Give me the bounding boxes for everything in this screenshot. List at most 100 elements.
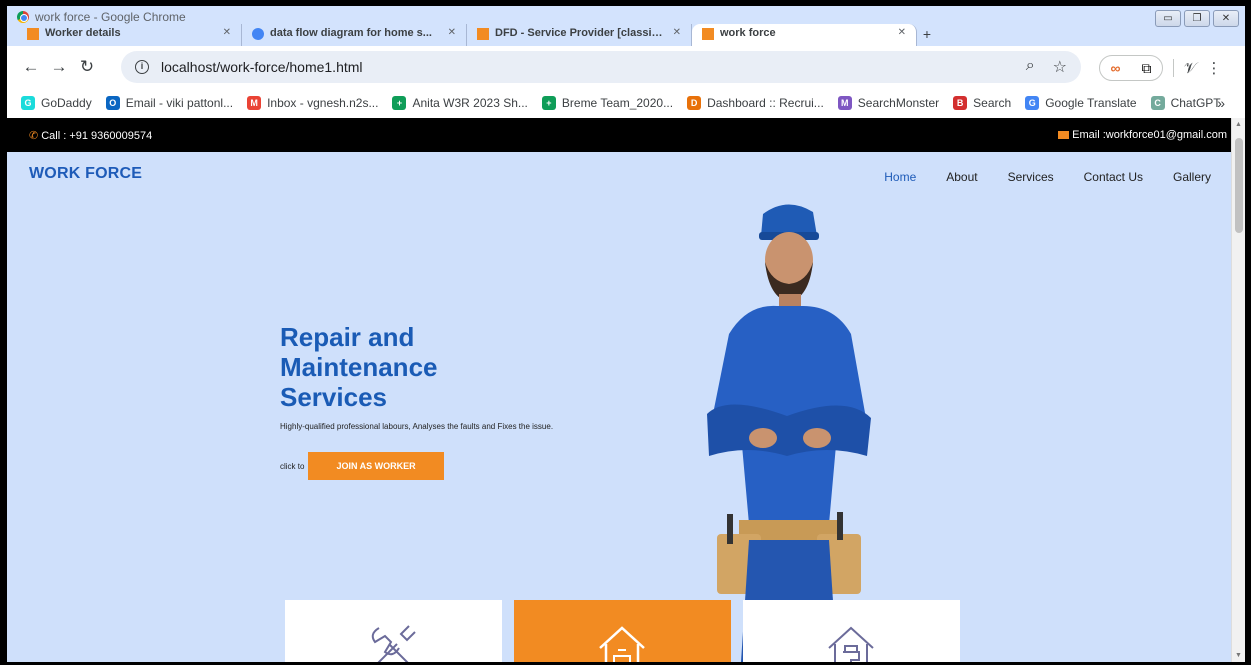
reload-icon[interactable]: ↻ (73, 57, 101, 77)
scroll-up-icon[interactable]: ▲ (1235, 121, 1242, 128)
house-repair-icon (599, 626, 645, 662)
puzzle-icon[interactable]: ⧉ (1141, 60, 1151, 77)
chatgpt-icon: C (1150, 96, 1165, 110)
nav-home[interactable]: Home (884, 170, 916, 184)
window-controls: ▭ ❐ ✕ (1155, 10, 1239, 27)
bookmark-chatgpt[interactable]: C ChatGPT (1150, 96, 1221, 110)
nav-gallery[interactable]: Gallery (1173, 170, 1211, 184)
house-plumbing-icon (828, 626, 874, 662)
bookmark-sheets-breme[interactable]: + Breme Team_2020... (541, 96, 673, 110)
tools-icon (371, 625, 416, 662)
email-info: Email :workforce01@gmail.com (1058, 129, 1227, 141)
nav-contact-us[interactable]: Contact Us (1084, 170, 1143, 184)
tab-dfd-service-provider[interactable]: DFD - Service Provider [classic... ✕ (467, 24, 692, 46)
bookmark-star-icon[interactable]: ☆ (1053, 57, 1067, 77)
zoom-icon[interactable]: ⌕ (1026, 57, 1035, 77)
bookmark-gmail[interactable]: M Inbox - vgnesh.n2s... (247, 96, 378, 110)
bookmark-search[interactable]: B Search (953, 96, 1011, 110)
tab-worker-details[interactable]: Worker details ✕ (17, 24, 242, 46)
bookmark-label: Inbox - vgnesh.n2s... (267, 96, 379, 110)
call-text: Call : +91 9360009574 (41, 129, 153, 142)
service-card-house-plumbing[interactable] (743, 600, 960, 662)
bookmark-label: Anita W3R 2023 Sh... (412, 96, 528, 110)
minimize-icon[interactable]: ▭ (1155, 10, 1181, 27)
bookmark-label: Search (973, 96, 1012, 110)
bookmark-label: Email - viki pattonl... (125, 96, 234, 110)
new-tab-icon[interactable]: + (917, 24, 937, 46)
tab-close-icon[interactable]: ✕ (448, 27, 456, 38)
tab-close-icon[interactable]: ✕ (673, 27, 681, 38)
hero-title-line: Maintenance (280, 352, 438, 382)
tab-strip: Worker details ✕ data flow diagram for h… (17, 24, 937, 46)
site-nav: Home About Services Contact Us Gallery (884, 170, 1211, 184)
site-info-icon[interactable]: i (135, 60, 149, 74)
tab-favicon-icon (252, 28, 264, 40)
godaddy-icon: G (21, 96, 35, 110)
phone-icon: ✆ (29, 130, 39, 142)
tab-label: work force (720, 27, 776, 39)
tab-work-force[interactable]: work force ✕ (692, 24, 917, 46)
dashboard-icon: D (687, 96, 702, 110)
page-viewport: ✆ Call : +91 9360009574 Email :workforce… (7, 118, 1231, 662)
gmail-icon: M (247, 96, 262, 110)
email-text: Email :workforce01@gmail.com (1072, 129, 1227, 141)
url-text[interactable]: localhost/work-force/home1.html (161, 59, 363, 75)
extensions-pill[interactable]: ∞ ⧉ (1099, 55, 1163, 81)
window-title-text: work force - Google Chrome (35, 10, 186, 24)
extension-icon[interactable]: ∞ (1111, 60, 1121, 76)
nav-services[interactable]: Services (1008, 170, 1054, 184)
tab-favicon-icon (477, 28, 489, 40)
browser-window: work force - Google Chrome Worker detail… (7, 6, 1245, 662)
tab-label: DFD - Service Provider [classic... (495, 27, 667, 39)
tab-label: data flow diagram for home s... (270, 27, 432, 39)
bookmark-label: ChatGPT (1170, 96, 1221, 110)
bookmark-label: Dashboard :: Recrui... (707, 96, 824, 110)
window-title: work force - Google Chrome (17, 10, 186, 24)
site-logo[interactable]: WORK FORCE (29, 165, 142, 183)
chrome-logo-icon (17, 11, 29, 23)
bookmark-outlook[interactable]: O Email - viki pattonl... (105, 96, 234, 110)
forward-icon[interactable]: → (45, 57, 73, 77)
page-scrollbar[interactable]: ▲ ▼ (1231, 118, 1245, 662)
profile-icon[interactable]: 𝒱 (1184, 60, 1197, 77)
search-bookmark-icon: B (953, 96, 968, 110)
bookmark-godaddy[interactable]: G GoDaddy (21, 96, 92, 110)
bookmark-label: SearchMonster (857, 96, 940, 110)
more-bookmarks-icon[interactable]: » (1217, 95, 1225, 111)
close-icon[interactable]: ✕ (1213, 10, 1239, 27)
scroll-down-icon[interactable]: ▼ (1235, 652, 1242, 659)
tab-close-icon[interactable]: ✕ (223, 27, 231, 38)
bookmarks-bar: G GoDaddy O Email - viki pattonl... M Inbox… (7, 88, 1245, 118)
cta-prefix: click to (280, 461, 305, 471)
scroll-thumb[interactable] (1235, 138, 1243, 233)
nav-about[interactable]: About (946, 170, 977, 184)
outlook-icon: O (105, 96, 120, 110)
tab-close-icon[interactable]: ✕ (898, 27, 906, 38)
hero-title-line: Services (280, 382, 387, 412)
address-bar[interactable]: i localhost/work-force/home1.html ⌕ ☆ (121, 51, 1081, 83)
toolbar-divider (1173, 59, 1174, 77)
bookmark-label: GoDaddy (41, 96, 92, 110)
hero-title-line: Repair and (280, 322, 415, 352)
bookmark-google-translate[interactable]: G Google Translate (1025, 96, 1137, 110)
tab-label: Worker details (45, 27, 121, 39)
service-card-house-repair[interactable] (514, 600, 731, 662)
omnibox-actions: ⌕ ☆ (1026, 57, 1067, 77)
restore-icon[interactable]: ❐ (1184, 10, 1210, 27)
service-card-tools[interactable] (285, 600, 502, 662)
join-as-worker-button[interactable]: JOIN AS WORKER (308, 452, 444, 480)
tab-favicon-icon (27, 28, 39, 40)
browser-toolbar: ← → ↻ i localhost/work-force/home1.html … (7, 46, 1245, 88)
service-cards (285, 600, 960, 662)
back-icon[interactable]: ← (17, 57, 45, 77)
menu-kebab-icon[interactable]: ⋮ (1207, 59, 1222, 77)
bookmark-sheets-anita[interactable]: + Anita W3R 2023 Sh... (392, 96, 528, 110)
bookmark-searchmonster[interactable]: M SearchMonster (837, 96, 940, 110)
tab-data-flow-diagram[interactable]: data flow diagram for home s... ✕ (242, 24, 467, 46)
cta-row: click to JOIN AS WORKER (280, 452, 444, 480)
bookmark-dashboard[interactable]: D Dashboard :: Recrui... (687, 96, 824, 110)
hero-title: Repair and Maintenance Services (280, 322, 540, 412)
bookmark-label: Google Translate (1045, 96, 1137, 110)
sheets-icon: + (392, 96, 407, 110)
hero-subtitle: Highly-qualified professional labours, A… (280, 422, 554, 431)
